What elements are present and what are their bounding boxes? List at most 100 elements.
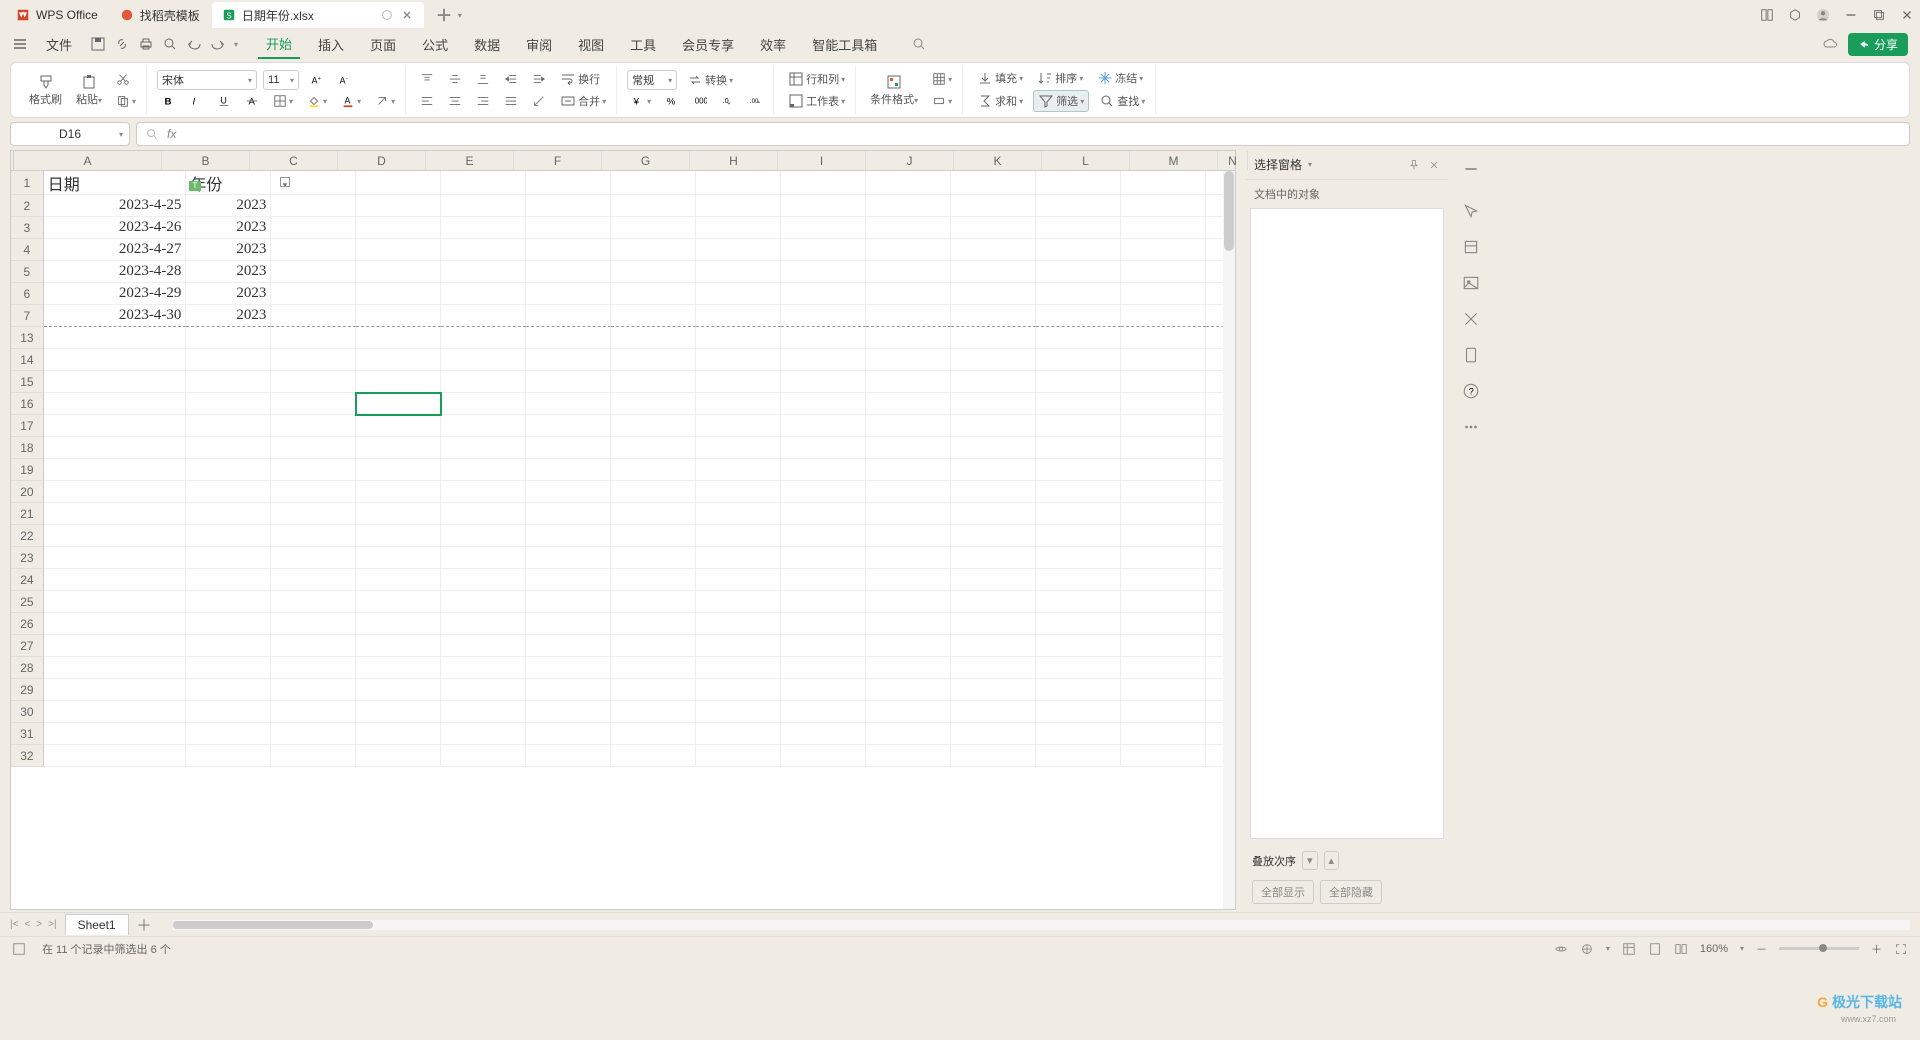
indent-decrease-icon[interactable]: [500, 70, 522, 88]
cell-I23[interactable]: [781, 547, 866, 569]
table-style-icon[interactable]: ▾: [928, 70, 956, 88]
cell-L21[interactable]: [1036, 503, 1121, 525]
link-icon[interactable]: [114, 36, 130, 52]
cell-D3[interactable]: [356, 217, 441, 239]
cell-K7[interactable]: [951, 305, 1036, 327]
cell-D23[interactable]: [356, 547, 441, 569]
cell-M27[interactable]: [1121, 635, 1206, 657]
cell-M2[interactable]: [1121, 195, 1206, 217]
cell-F26[interactable]: [526, 613, 611, 635]
cell-K27[interactable]: [951, 635, 1036, 657]
status-mode-icon[interactable]: [12, 942, 26, 956]
orientation-icon[interactable]: [528, 92, 550, 110]
cell-K22[interactable]: [951, 525, 1036, 547]
cell-K32[interactable]: [951, 745, 1036, 767]
cell-J3[interactable]: [866, 217, 951, 239]
cell-H1[interactable]: [696, 171, 781, 195]
cell-E25[interactable]: [441, 591, 526, 613]
cell-C25[interactable]: [271, 591, 356, 613]
cell-K18[interactable]: [951, 437, 1036, 459]
cell-A16[interactable]: [44, 393, 187, 415]
cell-K14[interactable]: [951, 349, 1036, 371]
bold-icon[interactable]: B: [157, 92, 179, 110]
clear-format-icon[interactable]: ▾: [371, 92, 399, 110]
increase-decimal-icon[interactable]: .00: [745, 92, 767, 110]
tab-wps-office[interactable]: WPS Office: [6, 2, 108, 28]
row-header-31[interactable]: 31: [11, 723, 44, 745]
cell-K13[interactable]: [951, 327, 1036, 349]
cell-style-icon[interactable]: ▾: [928, 92, 956, 110]
sum-button[interactable]: 求和▾: [973, 91, 1027, 111]
cell-K2[interactable]: [951, 195, 1036, 217]
redo-icon[interactable]: [210, 36, 226, 52]
row-header-15[interactable]: 15: [11, 371, 44, 393]
menu-start[interactable]: 开始: [258, 30, 300, 59]
grid-mode-icon[interactable]: [1580, 942, 1594, 956]
cell-E31[interactable]: [441, 723, 526, 745]
cell-K21[interactable]: [951, 503, 1036, 525]
cell-E27[interactable]: [441, 635, 526, 657]
cell-G14[interactable]: [611, 349, 696, 371]
cell-B19[interactable]: [186, 459, 271, 481]
fill-button[interactable]: 填充▾: [973, 68, 1027, 88]
cell-A1[interactable]: 日期: [44, 171, 187, 195]
row-header-17[interactable]: 17: [11, 415, 44, 437]
sheet-tab-1[interactable]: Sheet1: [65, 914, 129, 935]
cell-J31[interactable]: [866, 723, 951, 745]
cell-D17[interactable]: [356, 415, 441, 437]
merge-button[interactable]: 合并▾: [556, 91, 610, 111]
grid-body[interactable]: 1日期年份22023-4-25202332023-4-26202342023-4…: [11, 171, 1235, 767]
sheet-nav-first[interactable]: |<: [10, 919, 18, 930]
cell-I6[interactable]: [781, 283, 866, 305]
cell-B5[interactable]: 2023: [186, 261, 271, 283]
cell-G2[interactable]: [611, 195, 696, 217]
cell-F16[interactable]: [526, 393, 611, 415]
cell-J22[interactable]: [866, 525, 951, 547]
cell-G19[interactable]: [611, 459, 696, 481]
align-middle-icon[interactable]: [444, 70, 466, 88]
col-header-G[interactable]: G: [602, 151, 690, 170]
cell-L22[interactable]: [1036, 525, 1121, 547]
cell-L28[interactable]: [1036, 657, 1121, 679]
cell-D32[interactable]: [356, 745, 441, 767]
cell-A4[interactable]: 2023-4-27: [44, 239, 187, 261]
search-icon[interactable]: [911, 36, 927, 52]
cell-J18[interactable]: [866, 437, 951, 459]
cell-H6[interactable]: [696, 283, 781, 305]
cell-H5[interactable]: [696, 261, 781, 283]
cell-I18[interactable]: [781, 437, 866, 459]
cell-G23[interactable]: [611, 547, 696, 569]
cell-K23[interactable]: [951, 547, 1036, 569]
wrap-text-button[interactable]: 换行: [556, 69, 604, 89]
cell-M6[interactable]: [1121, 283, 1206, 305]
col-header-A[interactable]: A: [14, 151, 162, 170]
vertical-scrollbar[interactable]: [1223, 171, 1235, 909]
cell-M23[interactable]: [1121, 547, 1206, 569]
cell-C22[interactable]: [271, 525, 356, 547]
minimize-button[interactable]: [1844, 8, 1858, 22]
cell-F17[interactable]: [526, 415, 611, 437]
layout-icon[interactable]: [1760, 8, 1774, 22]
cell-M21[interactable]: [1121, 503, 1206, 525]
cell-K31[interactable]: [951, 723, 1036, 745]
stack-down-button[interactable]: ▾: [1302, 851, 1318, 870]
cell-K28[interactable]: [951, 657, 1036, 679]
cell-J26[interactable]: [866, 613, 951, 635]
view-break-icon[interactable]: [1674, 942, 1688, 956]
cell-E30[interactable]: [441, 701, 526, 723]
cell-G4[interactable]: [611, 239, 696, 261]
cell-M31[interactable]: [1121, 723, 1206, 745]
cell-A27[interactable]: [44, 635, 187, 657]
cell-D7[interactable]: [356, 305, 441, 327]
align-center-icon[interactable]: [444, 92, 466, 110]
menu-page[interactable]: 页面: [362, 31, 404, 58]
menu-view[interactable]: 视图: [570, 31, 612, 58]
cell-G20[interactable]: [611, 481, 696, 503]
cell-L13[interactable]: [1036, 327, 1121, 349]
view-normal-icon[interactable]: [1622, 942, 1636, 956]
cell-L4[interactable]: [1036, 239, 1121, 261]
cell-F4[interactable]: [526, 239, 611, 261]
share-button[interactable]: 分享: [1848, 33, 1908, 56]
comma-icon[interactable]: 000: [689, 92, 711, 110]
cell-F21[interactable]: [526, 503, 611, 525]
